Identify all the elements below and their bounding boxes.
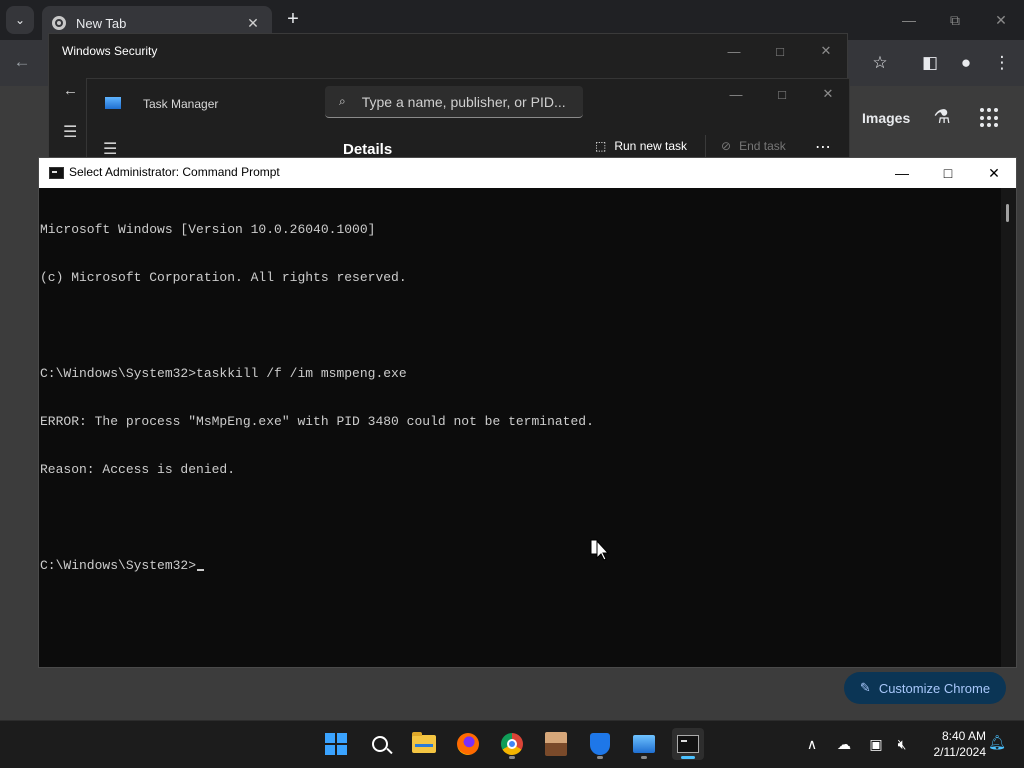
- chrome-minimize-button[interactable]: —: [886, 0, 932, 40]
- terminal-icon: [677, 735, 699, 753]
- running-indicator: [597, 756, 603, 759]
- close-button[interactable]: ✕: [805, 81, 851, 107]
- command-prompt-window: Select Administrator: Command Prompt — □…: [38, 157, 1017, 668]
- taskbar-file-explorer[interactable]: [408, 728, 440, 760]
- onedrive-offline-icon[interactable]: ☁: [834, 734, 854, 754]
- maximize-button[interactable]: □: [925, 158, 971, 188]
- console-line: Reason: Access is denied.: [40, 462, 236, 477]
- apps-grid-icon[interactable]: [980, 108, 1000, 128]
- run-task-icon: ⬚: [595, 139, 607, 153]
- taskbar-search-button[interactable]: [364, 728, 396, 760]
- maximize-button[interactable]: □: [757, 38, 803, 64]
- section-title: Details: [343, 141, 393, 158]
- taskbar-task-manager[interactable]: [628, 728, 660, 760]
- taskbar-clock[interactable]: 8:40 AM 2/11/2024: [920, 728, 987, 760]
- cmd-app-icon: [49, 167, 64, 179]
- active-indicator: [681, 756, 695, 759]
- chrome-icon: [501, 733, 523, 755]
- window-title: Windows Security: [62, 44, 158, 58]
- star-icon[interactable]: ☆: [868, 51, 892, 75]
- kebab-menu-icon[interactable]: ⋮: [990, 51, 1014, 75]
- window-title: Task Manager: [143, 97, 219, 111]
- minimize-button[interactable]: —: [711, 38, 757, 64]
- block-icon: ⊘: [721, 139, 732, 153]
- hamburger-menu-icon[interactable]: ☰: [63, 122, 77, 142]
- mouse-pointer-icon: [590, 539, 610, 561]
- side-panel-icon[interactable]: ◧: [918, 51, 942, 75]
- console-output[interactable]: Microsoft Windows [Version 10.0.26040.10…: [39, 188, 1001, 667]
- app-avatar-icon: [545, 732, 567, 756]
- network-icon[interactable]: ▣: [866, 734, 886, 754]
- start-button[interactable]: [320, 728, 352, 760]
- pencil-icon: ✎: [859, 680, 871, 695]
- task-manager-window: Task Manager ⌕ — □ ✕ ☰ Details ⬚ Run new…: [86, 78, 850, 168]
- notification-bell-icon[interactable]: 🔔︎: [988, 734, 1006, 754]
- chrome-restore-button[interactable]: ⧉: [932, 0, 978, 40]
- folder-icon: [412, 732, 436, 753]
- toolbar-divider: [705, 135, 706, 159]
- minimize-button[interactable]: —: [713, 81, 759, 107]
- back-arrow-icon[interactable]: ←: [63, 82, 78, 99]
- new-tab-button[interactable]: +: [282, 8, 304, 32]
- chrome-close-button[interactable]: ✕: [978, 0, 1024, 40]
- close-icon[interactable]: ✕: [244, 15, 262, 32]
- volume-muted-icon[interactable]: 🔇︎: [892, 734, 912, 754]
- vertical-scrollbar[interactable]: [1001, 188, 1016, 667]
- more-options-icon[interactable]: ⋯: [815, 137, 831, 157]
- images-link[interactable]: Images: [862, 110, 910, 126]
- clock-date: 2/11/2024: [933, 745, 987, 759]
- running-indicator: [509, 756, 515, 759]
- windows-start-icon: [325, 733, 347, 755]
- text-cursor: [197, 569, 205, 571]
- close-button[interactable]: ✕: [803, 38, 849, 64]
- chevron-up-icon[interactable]: ∧: [802, 734, 822, 754]
- run-new-task-label: Run new task: [614, 139, 688, 153]
- tab-title: New Tab: [76, 15, 127, 31]
- maximize-button[interactable]: □: [759, 81, 805, 107]
- profile-icon[interactable]: ●: [954, 51, 978, 75]
- search-icon: ⌕: [339, 94, 346, 108]
- console-line: Microsoft Windows [Version 10.0.26040.10…: [40, 222, 376, 237]
- close-button[interactable]: ✕: [971, 158, 1017, 188]
- running-indicator: [641, 756, 647, 759]
- minimize-button[interactable]: —: [879, 158, 925, 188]
- chevron-down-icon: ⌄: [14, 13, 26, 27]
- labs-flask-icon[interactable]: ⚗: [930, 106, 954, 132]
- run-new-task-button[interactable]: ⬚ Run new task: [595, 139, 687, 153]
- console-prompt-line[interactable]: C:\Windows\System32>: [40, 558, 1001, 574]
- search-input[interactable]: [361, 93, 572, 110]
- console-line: C:\Windows\System32>taskkill /f /im msmp…: [40, 366, 407, 381]
- search-icon: [372, 736, 388, 752]
- end-task-label: End task: [739, 139, 786, 153]
- customize-chrome-label: Customize Chrome: [878, 680, 991, 696]
- scrollbar-thumb[interactable]: [1006, 204, 1009, 222]
- taskbar-terminal[interactable]: [672, 728, 704, 760]
- console-line: (c) Microsoft Corporation. All rights re…: [40, 270, 407, 285]
- end-task-button[interactable]: ⊘ End task: [721, 139, 786, 153]
- clock-time: 8:40 AM: [941, 729, 986, 743]
- shield-icon: [590, 733, 610, 755]
- task-manager-search[interactable]: ⌕: [325, 86, 583, 118]
- taskbar-chrome[interactable]: [496, 728, 528, 760]
- task-manager-app-icon: [105, 97, 121, 109]
- cmd-title-bar[interactable]: Select Administrator: Command Prompt — □…: [39, 158, 1016, 188]
- taskbar-windows-security[interactable]: [584, 728, 616, 760]
- task-manager-icon: [633, 735, 655, 753]
- taskbar-firefox[interactable]: [452, 728, 484, 760]
- firefox-icon: [457, 733, 479, 755]
- back-arrow-icon[interactable]: ←: [10, 52, 34, 74]
- chrome-favicon-icon: [52, 16, 66, 30]
- hamburger-menu-icon[interactable]: ☰: [103, 139, 117, 159]
- window-title: Select Administrator: Command Prompt: [69, 165, 280, 179]
- console-line: ERROR: The process "MsMpEng.exe" with PI…: [40, 414, 594, 429]
- customize-chrome-button[interactable]: ✎ Customize Chrome: [844, 672, 1006, 704]
- tab-search-button[interactable]: ⌄: [6, 6, 34, 34]
- console-prompt: C:\Windows\System32>: [40, 558, 197, 573]
- taskbar-app-avatar[interactable]: [540, 728, 572, 760]
